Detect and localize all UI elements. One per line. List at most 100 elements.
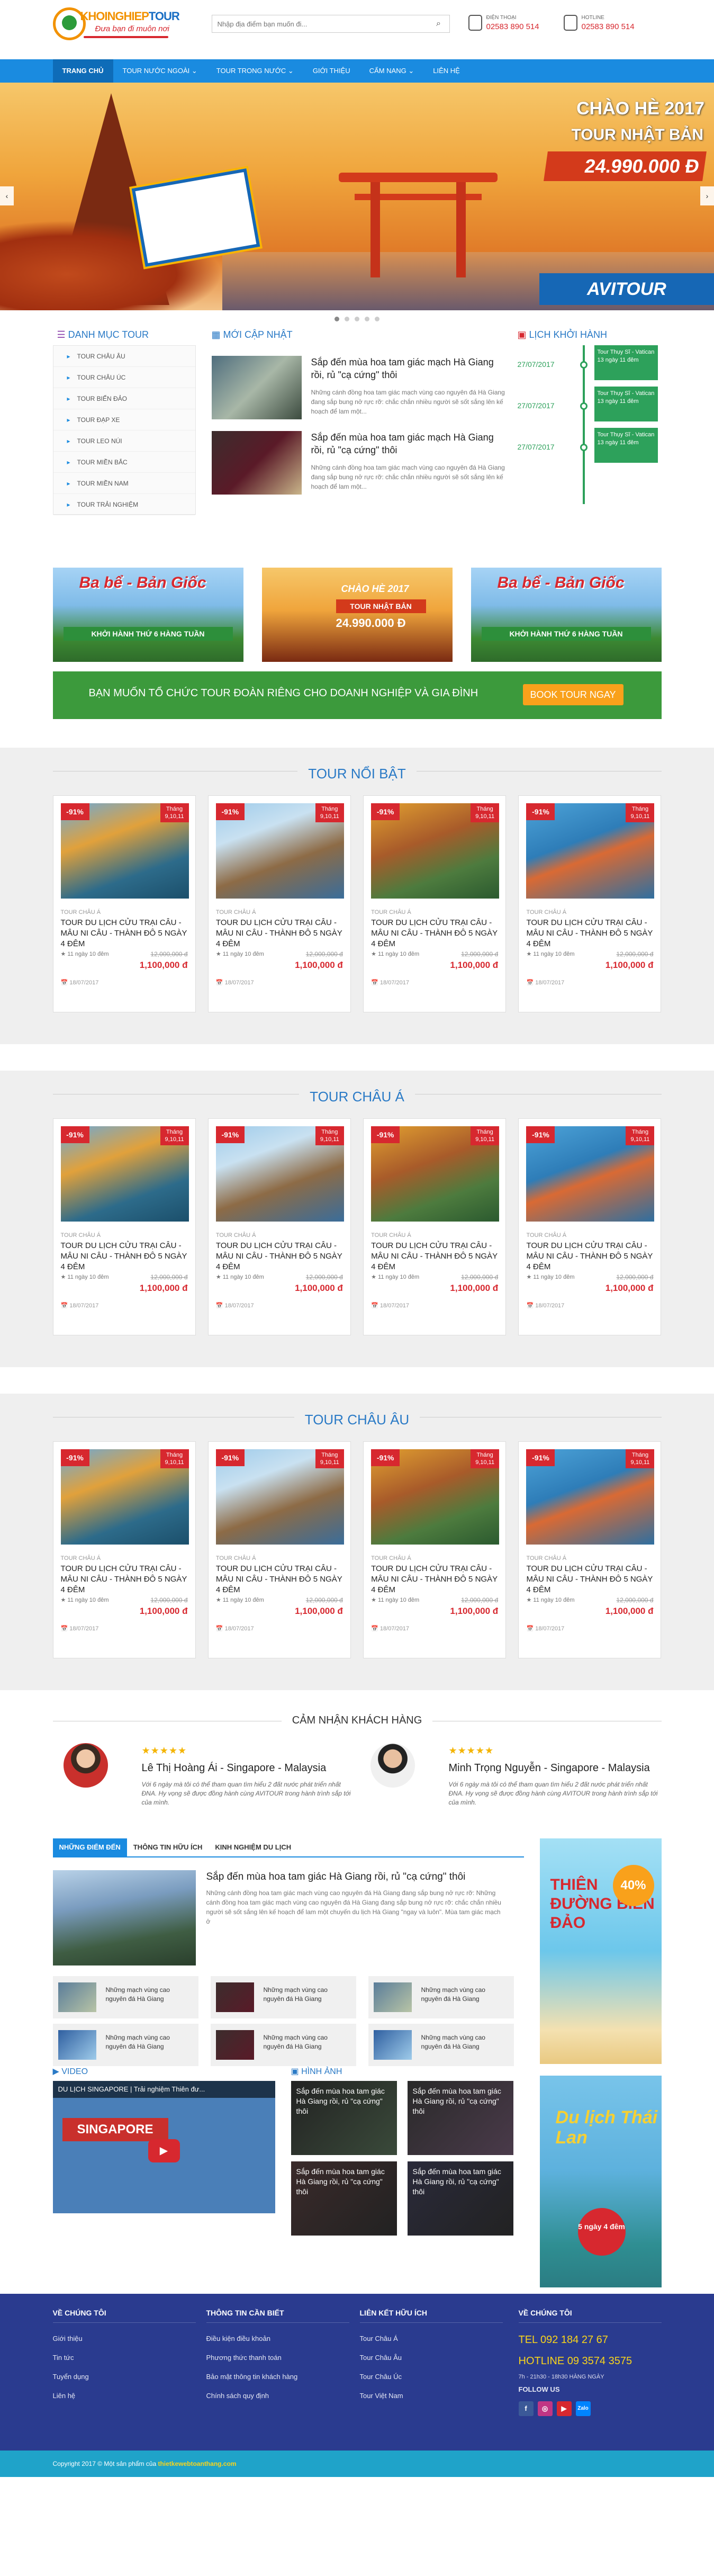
slider-next-icon[interactable]: › xyxy=(700,186,714,205)
category-item[interactable]: TOUR CHÂU ÂU xyxy=(53,346,195,367)
nav-about[interactable]: GIỚI THIỆU xyxy=(303,59,360,83)
slider-prev-icon[interactable]: ‹ xyxy=(0,186,14,205)
news-item-title[interactable]: Sắp đến mùa hoa tam giác mạch Hà Giang r… xyxy=(311,356,507,381)
category-item[interactable]: TOUR MIỀN BẮC xyxy=(53,452,195,473)
nav-foreign-tours[interactable]: TOUR NƯỚC NGOÀI ⌄ xyxy=(113,59,207,83)
tour-card[interactable]: -91% Tháng 9,10,11 TOUR CHÂU Á TOUR DU LỊCH… xyxy=(52,1441,196,1658)
photo-tile[interactable]: Sắp đến mùa hoa tam giác Hà Giang rồi, r… xyxy=(291,2081,397,2155)
mini-article[interactable]: Những mạch vùng cao nguyên đá Hà Giang xyxy=(210,1976,356,2018)
tour-card[interactable]: -91% Tháng 9,10,11 TOUR CHÂU Á TOUR DU LỊCH… xyxy=(363,795,507,1012)
tab-travel-tips[interactable]: KINH NGHIỆM DU LỊCH xyxy=(209,1838,297,1856)
news-item[interactable]: Sắp đến mùa hoa tam giác mạch Hà Giang r… xyxy=(211,345,505,420)
tour-card[interactable]: -91% Tháng 9,10,11 TOUR CHÂU Á TOUR DU LỊCH… xyxy=(207,795,351,1012)
footer-link[interactable]: Tour Châu Á xyxy=(360,2329,503,2348)
tour-card[interactable]: -91% Tháng 9,10,11 TOUR CHÂU Á TOUR DU LỊCH… xyxy=(518,795,662,1012)
tour-name[interactable]: TOUR DU LỊCH CỬU TRẠI CÂU - MÂU NI CÂU -… xyxy=(61,1564,189,1595)
tour-name[interactable]: TOUR DU LỊCH CỬU TRẠI CÂU - MÂU NI CÂU -… xyxy=(216,1564,344,1595)
nav-contact[interactable]: LIÊN HỆ xyxy=(423,59,469,83)
search-input[interactable] xyxy=(212,15,424,32)
nav-home[interactable]: TRANG CHỦ xyxy=(52,59,113,83)
mini-article[interactable]: Những mạch vùng cao nguyên đá Hà Giang xyxy=(210,2024,356,2066)
news-thumbnail[interactable] xyxy=(211,356,302,419)
nav-handbook[interactable]: CẨM NANG ⌄ xyxy=(360,59,424,83)
footer-link[interactable]: Tour Châu Âu xyxy=(360,2348,503,2367)
side-ad-beach[interactable]: THIÊN ĐƯỜNG BIỂN ĐẢO 40% xyxy=(539,1838,662,2064)
promo-banner[interactable]: Ba bể - Bản Giốc KHỞI HÀNH THỨ 6 HÀNG TU… xyxy=(471,568,662,662)
play-icon[interactable]: ▶ xyxy=(148,2139,180,2162)
category-item[interactable]: TOUR MIỀN NAM xyxy=(53,473,195,494)
site-logo[interactable]: KHOINGHIEPTOUR Đưa bạn đi muôn nơi xyxy=(52,4,201,48)
mini-article[interactable]: Những mạch vùng cao nguyên đá Hà Giang xyxy=(368,2024,514,2066)
tab-useful-info[interactable]: THÔNG TIN HỮU ÍCH xyxy=(127,1838,209,1856)
slider-dot[interactable] xyxy=(375,317,379,321)
featured-article-image[interactable] xyxy=(52,1870,196,1965)
tour-name[interactable]: TOUR DU LỊCH CỬU TRẠI CÂU - MÂU NI CÂU -… xyxy=(61,918,189,949)
facebook-icon[interactable]: f xyxy=(518,2401,534,2416)
tour-name[interactable]: TOUR DU LỊCH CỬU TRẠI CÂU - MÂU NI CÂU -… xyxy=(526,1241,654,1272)
tour-name[interactable]: TOUR DU LỊCH CỬU TRẠI CÂU - MÂU NI CÂU -… xyxy=(526,918,654,949)
side-ad-thailand[interactable]: Du lịch Thái Lan 5 ngày 4 đêm xyxy=(539,2076,662,2287)
schedule-item[interactable]: 27/07/2017 Tour Thụy Sĩ - Vatican 13 ngà… xyxy=(518,387,662,428)
footer-link[interactable]: Tour Việt Nam xyxy=(360,2386,503,2406)
category-item[interactable]: TOUR ĐẠP XE xyxy=(53,409,195,430)
video-player[interactable]: DU LỊCH SINGAPORE | Trải nghiệm Thiên đư… xyxy=(52,2081,275,2213)
schedule-item[interactable]: 27/07/2017 Tour Thụy Sĩ - Vatican 13 ngà… xyxy=(518,345,662,387)
book-tour-button[interactable]: BOOK TOUR NGAY xyxy=(522,684,623,705)
footer-link[interactable]: Giới thiệu xyxy=(53,2329,196,2348)
tour-name[interactable]: TOUR DU LỊCH CỬU TRẠI CÂU - MÂU NI CÂU -… xyxy=(371,918,499,949)
footer-link[interactable]: Tuyển dụng xyxy=(53,2367,196,2386)
tour-name[interactable]: TOUR DU LỊCH CỬU TRẠI CÂU - MÂU NI CÂU -… xyxy=(371,1241,499,1272)
mini-article[interactable]: Những mạch vùng cao nguyên đá Hà Giang xyxy=(52,1976,198,2018)
footer-link[interactable]: Chính sách quy định xyxy=(206,2386,349,2406)
instagram-icon[interactable]: ◎ xyxy=(537,2401,553,2416)
footer-link[interactable]: Bảo mật thông tin khách hàng xyxy=(206,2367,349,2386)
photo-tile[interactable]: Sắp đến mùa hoa tam giác Hà Giang rồi, r… xyxy=(291,2161,397,2236)
tour-card[interactable]: -91% Tháng 9,10,11 TOUR CHÂU Á TOUR DU LỊCH… xyxy=(207,1441,351,1658)
slider-dot[interactable] xyxy=(335,317,339,321)
tour-card[interactable]: -91% Tháng 9,10,11 TOUR CHÂU Á TOUR DU LỊCH… xyxy=(363,1441,507,1658)
photo-tile[interactable]: Sắp đến mùa hoa tam giác Hà Giang rồi, r… xyxy=(407,2081,513,2155)
footer-tel[interactable]: TEL 092 184 27 67 xyxy=(519,2329,662,2350)
search-icon[interactable]: ⌕ xyxy=(428,15,449,32)
phone-number[interactable]: 02583 890 514 xyxy=(486,22,539,31)
tour-name[interactable]: TOUR DU LỊCH CỬU TRẠI CÂU - MÂU NI CÂU -… xyxy=(216,1241,344,1272)
slider-dot[interactable] xyxy=(355,317,359,321)
featured-article-title[interactable]: Sắp đến mùa hoa tam giác Hà Giang rồi, r… xyxy=(206,1870,524,1884)
footer-link[interactable]: Tin tức xyxy=(53,2348,196,2367)
tour-card[interactable]: -91% Tháng 9,10,11 TOUR CHÂU Á TOUR DU LỊCH… xyxy=(363,1118,507,1335)
tour-name[interactable]: TOUR DU LỊCH CỬU TRẠI CÂU - MÂU NI CÂU -… xyxy=(526,1564,654,1595)
schedule-item[interactable]: 27/07/2017 Tour Thụy Sĩ - Vatican 13 ngà… xyxy=(518,428,662,469)
tab-destinations[interactable]: NHỮNG ĐIỂM ĐẾN xyxy=(52,1838,127,1856)
tour-name[interactable]: TOUR DU LỊCH CỬU TRẠI CÂU - MÂU NI CÂU -… xyxy=(61,1241,189,1272)
tour-card[interactable]: -91% Tháng 9,10,11 TOUR CHÂU Á TOUR DU LỊCH… xyxy=(52,795,196,1012)
news-item-title[interactable]: Sắp đến mùa hoa tam giác mạch Hà Giang r… xyxy=(311,431,507,456)
youtube-icon[interactable]: ▶ xyxy=(556,2401,572,2416)
copyright-link[interactable]: thietkewebtoanthang.com xyxy=(158,2460,236,2467)
tour-name[interactable]: TOUR DU LỊCH CỬU TRẠI CÂU - MÂU NI CÂU -… xyxy=(371,1564,499,1595)
footer-link[interactable]: Phương thức thanh toán xyxy=(206,2348,349,2367)
tour-card[interactable]: -91% Tháng 9,10,11 TOUR CHÂU Á TOUR DU LỊCH… xyxy=(207,1118,351,1335)
mini-article[interactable]: Những mạch vùng cao nguyên đá Hà Giang xyxy=(52,2024,198,2066)
news-item[interactable]: Sắp đến mùa hoa tam giác mạch Hà Giang r… xyxy=(211,420,505,496)
tour-card[interactable]: -91% Tháng 9,10,11 TOUR CHÂU Á TOUR DU LỊCH… xyxy=(518,1441,662,1658)
category-item[interactable]: TOUR LEO NÚI xyxy=(53,430,195,452)
category-item[interactable]: TOUR CHÂU ÚC xyxy=(53,367,195,388)
category-item[interactable]: TOUR BIỂN ĐẢO xyxy=(53,388,195,409)
photo-tile[interactable]: Sắp đến mùa hoa tam giác Hà Giang rồi, r… xyxy=(407,2161,513,2236)
footer-hotline[interactable]: HOTLINE 09 3574 3575 xyxy=(519,2350,662,2372)
zalo-icon[interactable]: Zalo xyxy=(575,2401,591,2416)
slider-dot[interactable] xyxy=(365,317,369,321)
footer-link[interactable]: Liên hệ xyxy=(53,2386,196,2406)
tour-card[interactable]: -91% Tháng 9,10,11 TOUR CHÂU Á TOUR DU LỊCH… xyxy=(518,1118,662,1335)
footer-link[interactable]: Điều kiện điều khoản xyxy=(206,2329,349,2348)
slider-dot[interactable] xyxy=(345,317,349,321)
news-thumbnail[interactable] xyxy=(211,431,302,495)
footer-link[interactable]: Tour Châu Úc xyxy=(360,2367,503,2386)
tour-name[interactable]: TOUR DU LỊCH CỬU TRẠI CÂU - MÂU NI CÂU -… xyxy=(216,918,344,949)
mini-article[interactable]: Những mạch vùng cao nguyên đá Hà Giang xyxy=(368,1976,514,2018)
category-item[interactable]: TOUR TRẢI NGHIỆM xyxy=(53,494,195,515)
promo-banner[interactable]: Ba bể - Bản Giốc KHỞI HÀNH THỨ 6 HÀNG TU… xyxy=(52,568,243,662)
hotline-number[interactable]: 02583 890 514 xyxy=(582,22,635,31)
tour-card[interactable]: -91% Tháng 9,10,11 TOUR CHÂU Á TOUR DU LỊCH… xyxy=(52,1118,196,1335)
promo-banner[interactable]: CHÀO HÈ 2017 TOUR NHẬT BẢN 24.990.000 Đ xyxy=(261,568,453,662)
